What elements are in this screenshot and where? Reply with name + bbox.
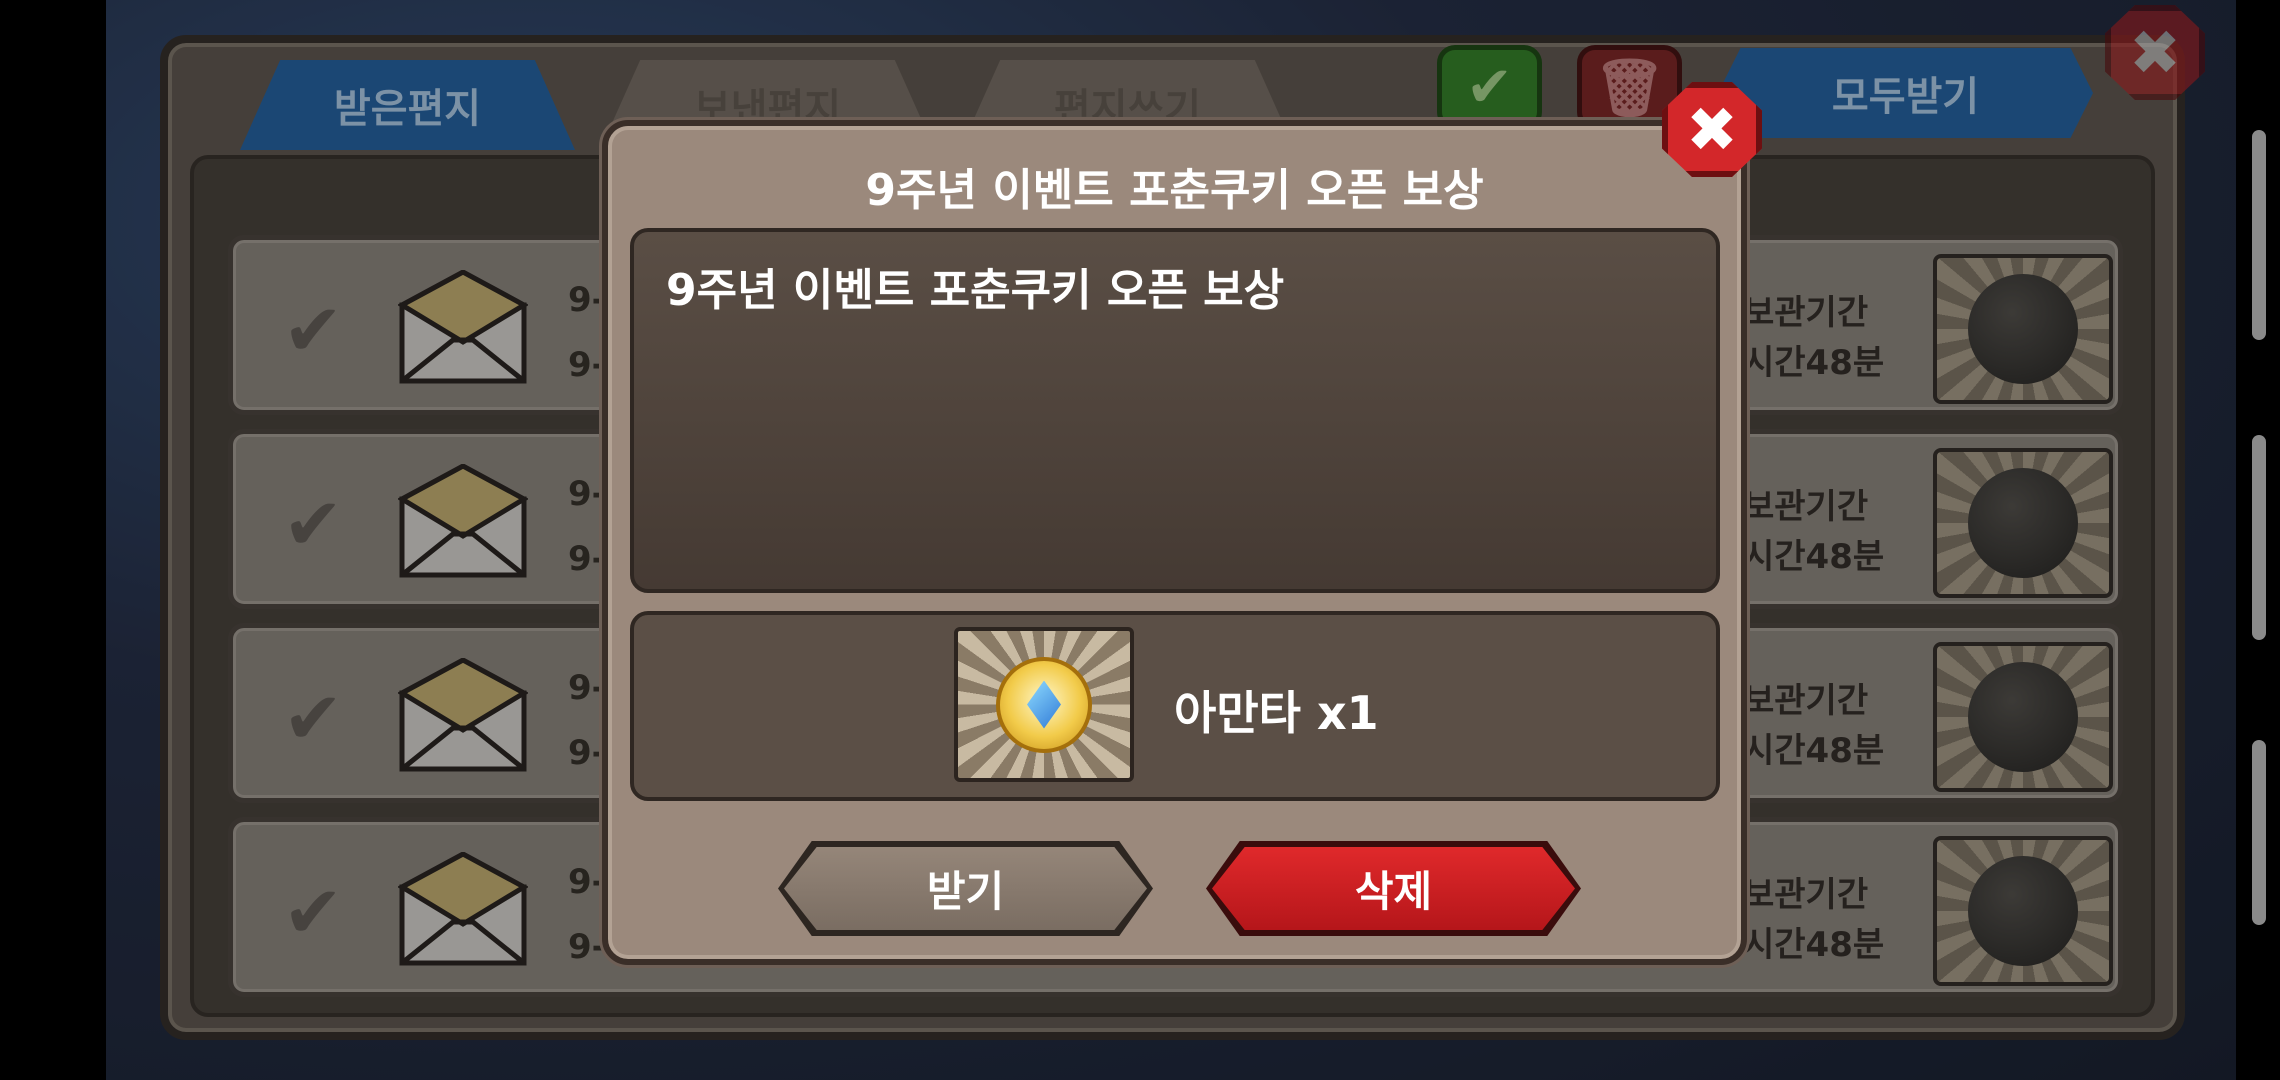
message-body: 9주년 이벤트 포춘쿠키 오픈 보상	[630, 228, 1720, 593]
receive-button[interactable]: 받기	[778, 841, 1153, 936]
scrollbar-middle[interactable]	[2252, 435, 2266, 640]
dialog-close-button[interactable]: ✖	[1662, 82, 1762, 177]
medal-icon	[996, 656, 1092, 753]
receive-button-label: 받기	[926, 867, 1005, 916]
mail-detail-dialog: 9주년 이벤트 포춘쿠키 오픈 보상 9주년 이벤트 포춘쿠키 오픈 보상 아만…	[602, 120, 1747, 965]
close-icon: ✖	[1686, 93, 1738, 166]
message-text: 9주년 이벤트 포춘쿠키 오픈 보상	[666, 265, 1285, 316]
scrollbar-bottom[interactable]	[2252, 740, 2266, 925]
delete-button[interactable]: 삭제	[1206, 841, 1581, 936]
reward-item-icon	[954, 627, 1134, 782]
scrollbar-top[interactable]	[2252, 130, 2266, 340]
reward-panel: 아만타 x1	[630, 611, 1720, 801]
reward-item-name: 아만타 x1	[1174, 686, 1379, 740]
delete-button-label: 삭제	[1354, 867, 1433, 916]
dialog-title: 9주년 이벤트 포춘쿠키 오픈 보상	[865, 165, 1484, 216]
